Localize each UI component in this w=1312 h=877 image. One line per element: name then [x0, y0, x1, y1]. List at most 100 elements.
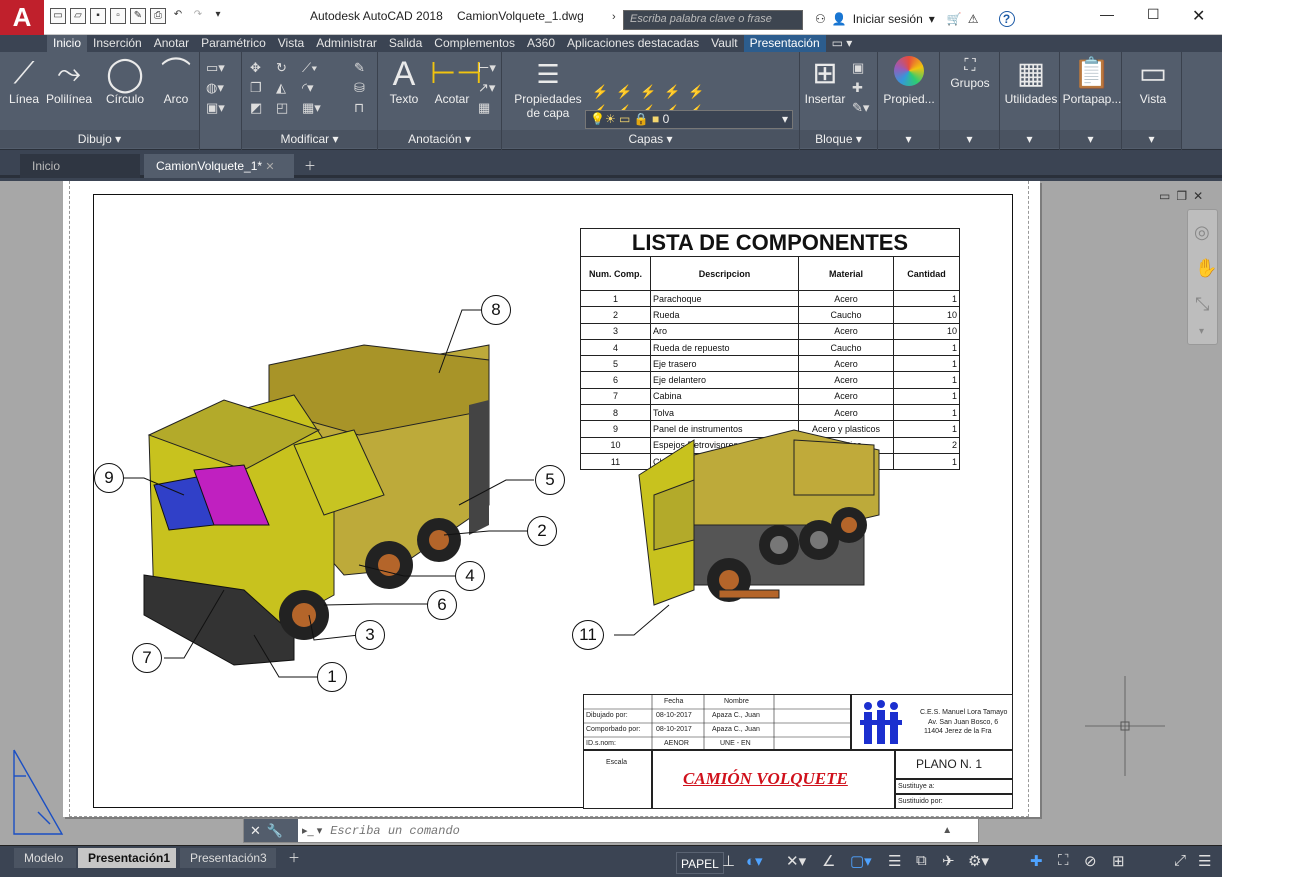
- open-icon[interactable]: ▱: [70, 8, 86, 24]
- layer-properties-button[interactable]: ☰ Propiedades de capa: [510, 56, 586, 120]
- navbar-more-icon[interactable]: ▾: [1199, 326, 1204, 337]
- search-expand-icon[interactable]: ›: [612, 11, 616, 23]
- insert-button[interactable]: ⊞ Insertar: [800, 56, 850, 106]
- redo-icon[interactable]: ↷: [190, 8, 206, 24]
- utilities-button[interactable]: ▦ Utilidades: [1002, 56, 1060, 106]
- tab-vault[interactable]: Vault: [705, 35, 743, 52]
- groups-button[interactable]: ⛶ Grupos: [942, 56, 998, 90]
- fillet-icon[interactable]: ◜▾: [302, 80, 324, 96]
- sign-in-button[interactable]: Iniciar sesión: [853, 12, 923, 26]
- arc-button[interactable]: ⌒ Arco: [156, 56, 196, 106]
- tab-insercion[interactable]: Inserción: [87, 35, 148, 52]
- panel-vista-arrow[interactable]: ▾: [1122, 130, 1181, 148]
- binoculars-icon[interactable]: ⚇: [815, 12, 826, 26]
- view-button[interactable]: ▭ Vista: [1124, 56, 1182, 106]
- rotate-icon[interactable]: ↻: [276, 60, 298, 76]
- line-button[interactable]: ⟋ Línea: [6, 56, 42, 106]
- trim-icon[interactable]: ⟋▾: [302, 60, 324, 76]
- customize-icon[interactable]: ☰: [1198, 852, 1211, 870]
- clean-screen-icon[interactable]: ⤢: [1174, 852, 1186, 869]
- panel-bloque-label[interactable]: Bloque ▾: [800, 130, 877, 148]
- tab-aplicaciones[interactable]: Aplicaciones destacadas: [561, 35, 705, 52]
- properties-icon[interactable]: ⊞: [1112, 852, 1125, 870]
- snap-icon[interactable]: ◐▾: [746, 852, 763, 870]
- pan-icon[interactable]: ✋: [1195, 258, 1217, 279]
- panel-modificar-label[interactable]: Modificar ▾: [242, 130, 377, 148]
- save-as-icon[interactable]: ▫: [110, 8, 126, 24]
- circle-button[interactable]: ◯ Círculo: [100, 56, 150, 106]
- region-icon[interactable]: ▣▾: [206, 100, 225, 116]
- layer-tool-d-icon[interactable]: ⚡: [664, 84, 684, 100]
- file-tab-inicio[interactable]: Inicio: [20, 154, 140, 178]
- file-tab-current[interactable]: CamionVolquete_1* ✕: [144, 154, 294, 178]
- panel-grupos-arrow[interactable]: ▾: [940, 130, 999, 148]
- mirror-icon[interactable]: ◭: [276, 80, 298, 96]
- undo-icon[interactable]: ↶: [170, 8, 186, 24]
- erase-icon[interactable]: [328, 60, 350, 76]
- drawing-area[interactable]: LISTA DE COMPONENTES Num. Comp. Descripc…: [0, 181, 1222, 845]
- a360-icon[interactable]: ⚠: [968, 12, 979, 26]
- copy-icon[interactable]: ❐: [250, 80, 272, 96]
- isolate-icon[interactable]: ⛶: [1058, 852, 1069, 869]
- command-history-icon[interactable]: ▲: [942, 825, 952, 836]
- brush-icon[interactable]: ✎: [354, 60, 376, 76]
- layout-tab-modelo[interactable]: Modelo: [14, 848, 76, 868]
- lineweight-icon[interactable]: ☰: [888, 852, 901, 870]
- panel-utilidades-arrow[interactable]: ▾: [1000, 130, 1059, 148]
- dimension-button[interactable]: ⊢⊣ Acotar: [430, 56, 482, 106]
- paper-space-button[interactable]: PAPEL: [676, 852, 724, 874]
- transparency-icon[interactable]: ⧉: [916, 852, 927, 869]
- save-icon[interactable]: ▪: [90, 8, 106, 24]
- polar-icon[interactable]: ✕▾: [786, 852, 806, 870]
- move-icon[interactable]: ✥: [250, 60, 272, 76]
- stretch-icon[interactable]: ◩: [250, 100, 272, 116]
- layout-tab-presentacion3[interactable]: Presentación3: [180, 848, 276, 868]
- close-tab-icon[interactable]: ✕: [265, 161, 274, 173]
- viewport-minimize-icon[interactable]: ▭: [1159, 189, 1170, 203]
- layer-tool-a-icon[interactable]: ⚡: [592, 84, 612, 100]
- plot-icon[interactable]: ⎙: [150, 8, 166, 24]
- grid-icon[interactable]: ⊥: [722, 852, 735, 870]
- wrench-icon[interactable]: 🔧: [267, 823, 283, 839]
- linear-dim-icon[interactable]: ⊢▾: [478, 60, 496, 76]
- tab-a360[interactable]: A360: [521, 35, 561, 52]
- polyline-button[interactable]: ⤳ Polilínea: [44, 56, 94, 106]
- rectangle-icon[interactable]: ▭▾: [206, 60, 225, 76]
- layer-tool-b-icon[interactable]: ⚡: [616, 84, 636, 100]
- close-icon[interactable]: ✕: [1192, 6, 1205, 26]
- qat-more-icon[interactable]: ▾: [210, 8, 226, 24]
- new-tab-button[interactable]: ＋: [298, 154, 322, 178]
- hatch-icon[interactable]: ◍▾: [206, 80, 225, 96]
- create-block-icon[interactable]: ▣: [852, 60, 869, 76]
- edit-block-icon[interactable]: ✚: [852, 80, 869, 96]
- search-input[interactable]: Escriba palabra clave o frase: [623, 10, 803, 30]
- app-menu-button[interactable]: A: [0, 0, 44, 35]
- tab-anotar[interactable]: Anotar: [148, 35, 195, 52]
- tab-parametrico[interactable]: Paramétrico: [195, 35, 272, 52]
- workspace-icon[interactable]: ⚙▾: [968, 852, 989, 870]
- viewport-close-icon[interactable]: ✕: [1193, 189, 1203, 203]
- layer-dropdown[interactable]: 💡☀ ▭ 🔒 ■ 0 ▾: [585, 110, 793, 129]
- panel-dibujo-label[interactable]: Dibujo ▾: [0, 130, 199, 148]
- plus-icon[interactable]: ✚: [1030, 852, 1043, 870]
- panel-capas-label[interactable]: Capas ▾: [502, 130, 799, 148]
- layout-tab-presentacion1[interactable]: Presentación1: [78, 848, 176, 868]
- block-attr-icon[interactable]: ✎▾: [852, 100, 869, 116]
- viewport-restore-icon[interactable]: ❐: [1176, 189, 1187, 203]
- close-cmd-icon[interactable]: ✕: [250, 823, 261, 839]
- isodraft-icon[interactable]: ∠: [822, 852, 835, 870]
- publish-icon[interactable]: ✎: [130, 8, 146, 24]
- cart-icon[interactable]: 🛒: [947, 12, 962, 26]
- layer-tool-c-icon[interactable]: ⚡: [640, 84, 660, 100]
- tab-complementos[interactable]: Complementos: [428, 35, 521, 52]
- ribbon-options-icon[interactable]: ▭ ▾: [826, 35, 859, 52]
- help-button[interactable]: ?: [998, 11, 1015, 27]
- scale-icon[interactable]: ◰: [276, 100, 298, 116]
- offset-icon[interactable]: ⊓: [354, 100, 376, 116]
- panel-portapapeles-arrow[interactable]: ▾: [1060, 130, 1121, 148]
- table-icon[interactable]: ▦: [478, 100, 496, 116]
- annotation-scale-icon[interactable]: ✈: [942, 852, 955, 870]
- tab-salida[interactable]: Salida: [383, 35, 428, 52]
- tab-vista[interactable]: Vista: [272, 35, 310, 52]
- text-button[interactable]: A Texto: [384, 56, 424, 106]
